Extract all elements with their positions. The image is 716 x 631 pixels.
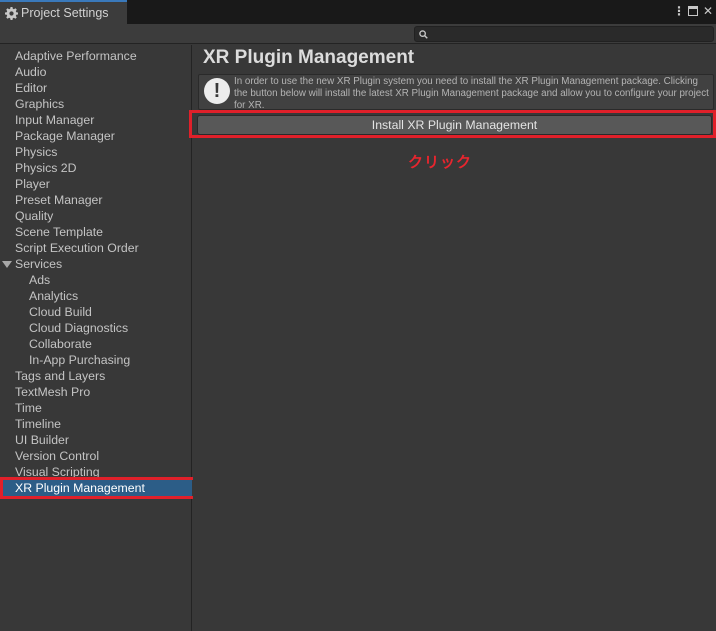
sidebar-item-ads[interactable]: Ads bbox=[0, 272, 192, 288]
sidebar-item-cloud-diagnostics[interactable]: Cloud Diagnostics bbox=[0, 320, 192, 336]
tab-title: Project Settings bbox=[21, 6, 109, 20]
click-annotation: クリック bbox=[408, 154, 473, 171]
tab-bar: Project Settings ⋮ ✕ bbox=[0, 0, 716, 24]
maximize-icon[interactable] bbox=[687, 6, 698, 16]
install-xr-plugin-management-button[interactable]: Install XR Plugin Management bbox=[197, 115, 712, 135]
help-text: In order to use the new XR Plugin system… bbox=[234, 76, 709, 110]
sidebar-item-time[interactable]: Time bbox=[0, 400, 192, 416]
close-icon[interactable]: ✕ bbox=[703, 4, 713, 18]
help-box: ! In order to use the new XR Plugin syst… bbox=[198, 74, 714, 110]
sidebar-item-player[interactable]: Player bbox=[0, 176, 192, 192]
sidebar-item-ui-builder[interactable]: UI Builder bbox=[0, 432, 192, 448]
more-options-icon[interactable]: ⋮ bbox=[673, 4, 685, 18]
sidebar-item-preset-manager[interactable]: Preset Manager bbox=[0, 192, 192, 208]
sidebar-item-input-manager[interactable]: Input Manager bbox=[0, 112, 192, 128]
sidebar-item-audio[interactable]: Audio bbox=[0, 64, 192, 80]
window-controls: ⋮ ✕ bbox=[673, 4, 713, 18]
gear-icon bbox=[5, 6, 18, 20]
sidebar-item-cloud-build[interactable]: Cloud Build bbox=[0, 304, 192, 320]
search-icon bbox=[419, 30, 428, 39]
page-title: XR Plugin Management bbox=[203, 47, 415, 68]
sidebar-item-analytics[interactable]: Analytics bbox=[0, 288, 192, 304]
sidebar-item-tags-and-layers[interactable]: Tags and Layers bbox=[0, 368, 192, 384]
sidebar-item-scene-template[interactable]: Scene Template bbox=[0, 224, 192, 240]
settings-sidebar: Adaptive Performance Audio Editor Graphi… bbox=[0, 45, 192, 631]
sidebar-item-visual-scripting[interactable]: Visual Scripting bbox=[0, 464, 192, 480]
sidebar-item-graphics[interactable]: Graphics bbox=[0, 96, 192, 112]
sidebar-item-collaborate[interactable]: Collaborate bbox=[0, 336, 192, 352]
sidebar-item-timeline[interactable]: Timeline bbox=[0, 416, 192, 432]
tab-project-settings[interactable]: Project Settings bbox=[0, 0, 127, 24]
sidebar-item-version-control[interactable]: Version Control bbox=[0, 448, 192, 464]
sidebar-item-script-execution-order[interactable]: Script Execution Order bbox=[0, 240, 192, 256]
sidebar-item-physics-2d[interactable]: Physics 2D bbox=[0, 160, 192, 176]
main-panel: XR Plugin Management ! In order to use t… bbox=[193, 45, 716, 631]
sidebar-item-quality[interactable]: Quality bbox=[0, 208, 192, 224]
search-input[interactable] bbox=[414, 26, 714, 42]
sidebar-item-editor[interactable]: Editor bbox=[0, 80, 192, 96]
sidebar-item-in-app-purchasing[interactable]: In-App Purchasing bbox=[0, 352, 192, 368]
sidebar-item-physics[interactable]: Physics bbox=[0, 144, 192, 160]
search-row bbox=[0, 24, 716, 44]
sidebar-item-services[interactable]: Services bbox=[0, 256, 192, 272]
sidebar-item-textmesh-pro[interactable]: TextMesh Pro bbox=[0, 384, 192, 400]
sidebar-item-xr-plugin-management[interactable]: XR Plugin Management bbox=[0, 480, 192, 496]
info-icon: ! bbox=[204, 78, 230, 104]
sidebar-item-adaptive-performance[interactable]: Adaptive Performance bbox=[0, 48, 192, 64]
sidebar-item-package-manager[interactable]: Package Manager bbox=[0, 128, 192, 144]
